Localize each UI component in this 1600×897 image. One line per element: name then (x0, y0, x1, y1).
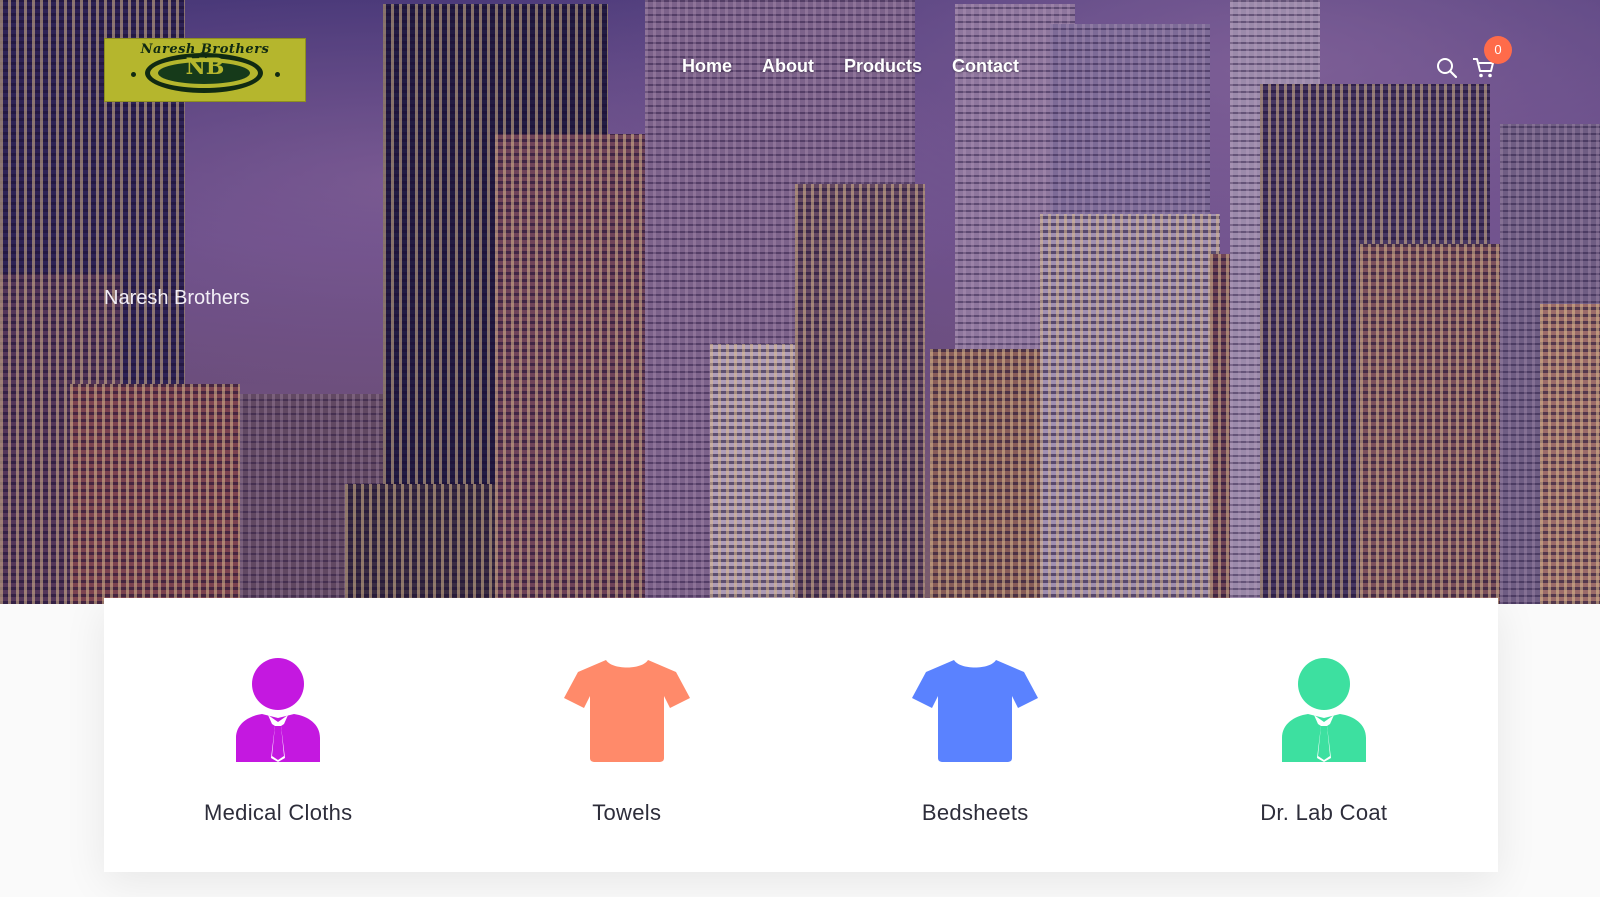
person-tie-icon (1281, 658, 1366, 762)
logo-monogram: NB (185, 54, 225, 80)
nav-contact[interactable]: Contact (952, 56, 1019, 77)
tshirt-icon (563, 660, 690, 762)
category-label: Dr. Lab Coat (1260, 800, 1388, 825)
cart-count-badge: 0 (1484, 36, 1512, 64)
search-icon[interactable] (1436, 57, 1458, 79)
category-label: Towels (592, 800, 662, 825)
nav-products[interactable]: Products (844, 56, 922, 77)
brand-logo[interactable]: Naresh Brothers NB (104, 38, 306, 102)
person-tie-icon (236, 658, 321, 762)
hero-banner: Naresh Brothers NB Home About Products C… (0, 0, 1600, 604)
main-nav: Home About Products Contact (682, 56, 1049, 77)
hero-title: Naresh Brothers (104, 287, 250, 309)
category-towels[interactable]: Towels (453, 598, 802, 872)
category-bedsheets[interactable]: Bedsheets (801, 598, 1150, 872)
tshirt-icon (912, 660, 1039, 762)
category-cards: Medical Cloths Towels Bedsheets Dr. Lab … (104, 598, 1498, 872)
category-dr-lab-coat[interactable]: Dr. Lab Coat (1150, 598, 1499, 872)
nav-home[interactable]: Home (682, 56, 732, 77)
category-medical-cloths[interactable]: Medical Cloths (104, 598, 453, 872)
category-label: Bedsheets (921, 800, 1029, 825)
nav-about[interactable]: About (762, 56, 814, 77)
category-label: Medical Cloths (204, 800, 353, 825)
